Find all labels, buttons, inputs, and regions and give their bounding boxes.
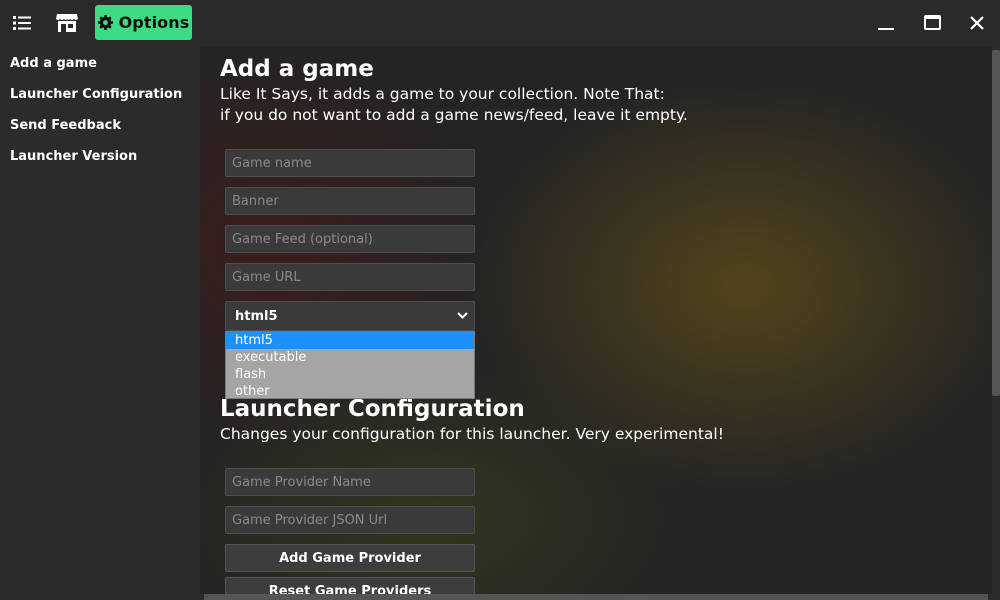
vertical-scrollbar[interactable] bbox=[992, 46, 1000, 600]
banner-input[interactable]: Banner bbox=[225, 187, 475, 215]
options-label: Options bbox=[118, 13, 190, 32]
game-provider-name-input[interactable]: Game Provider Name bbox=[225, 468, 475, 496]
chevron-down-icon bbox=[457, 312, 468, 319]
title-bar: Options bbox=[0, 0, 1000, 46]
sidebar-item-add-game[interactable]: Add a game bbox=[10, 56, 97, 71]
main-content: Add a game Like It Says, it adds a game … bbox=[200, 46, 992, 600]
game-type-dropdown: html5 executable flash other bbox=[225, 331, 475, 399]
launcher-configuration-description: Changes your configuration for this laun… bbox=[220, 425, 724, 443]
close-button[interactable] bbox=[959, 5, 995, 40]
horizontal-scrollbar[interactable] bbox=[200, 594, 992, 600]
add-game-description-line1: Like It Says, it adds a game to your col… bbox=[220, 85, 665, 103]
dropdown-option-html5[interactable]: html5 bbox=[226, 332, 474, 349]
maximize-button[interactable] bbox=[914, 5, 950, 40]
list-icon bbox=[13, 15, 31, 30]
sidebar-item-send-feedback[interactable]: Send Feedback bbox=[10, 118, 121, 133]
sidebar-item-launcher-version[interactable]: Launcher Version bbox=[10, 149, 137, 164]
gear-icon bbox=[97, 15, 113, 30]
close-icon bbox=[970, 15, 984, 30]
game-type-selected: html5 bbox=[235, 308, 278, 324]
options-button[interactable]: Options bbox=[95, 5, 192, 40]
store-icon bbox=[56, 13, 78, 32]
add-game-description-line2: if you do not want to add a game news/fe… bbox=[220, 106, 688, 124]
game-provider-json-url-input[interactable]: Game Provider JSON Url bbox=[225, 506, 475, 534]
game-url-input[interactable]: Game URL bbox=[225, 263, 475, 291]
sidebar-item-launcher-configuration[interactable]: Launcher Configuration bbox=[10, 87, 182, 102]
add-game-provider-button[interactable]: Add Game Provider bbox=[225, 544, 475, 572]
add-game-title: Add a game bbox=[220, 56, 374, 82]
game-name-input[interactable]: Game name bbox=[225, 149, 475, 177]
dropdown-option-flash[interactable]: flash bbox=[226, 366, 474, 383]
sidebar: Add a game Launcher Configuration Send F… bbox=[0, 46, 200, 600]
dropdown-option-executable[interactable]: executable bbox=[226, 349, 474, 366]
minimize-button[interactable] bbox=[868, 5, 904, 40]
library-button[interactable] bbox=[4, 5, 40, 40]
game-type-select[interactable]: html5 bbox=[225, 301, 475, 331]
dropdown-option-other[interactable]: other bbox=[226, 383, 474, 400]
vertical-scrollbar-thumb[interactable] bbox=[992, 50, 1000, 396]
minimize-icon bbox=[878, 27, 894, 30]
horizontal-scrollbar-thumb[interactable] bbox=[204, 594, 988, 600]
game-feed-input[interactable]: Game Feed (optional) bbox=[225, 225, 475, 253]
store-button[interactable] bbox=[49, 5, 85, 40]
maximize-icon bbox=[923, 15, 941, 30]
